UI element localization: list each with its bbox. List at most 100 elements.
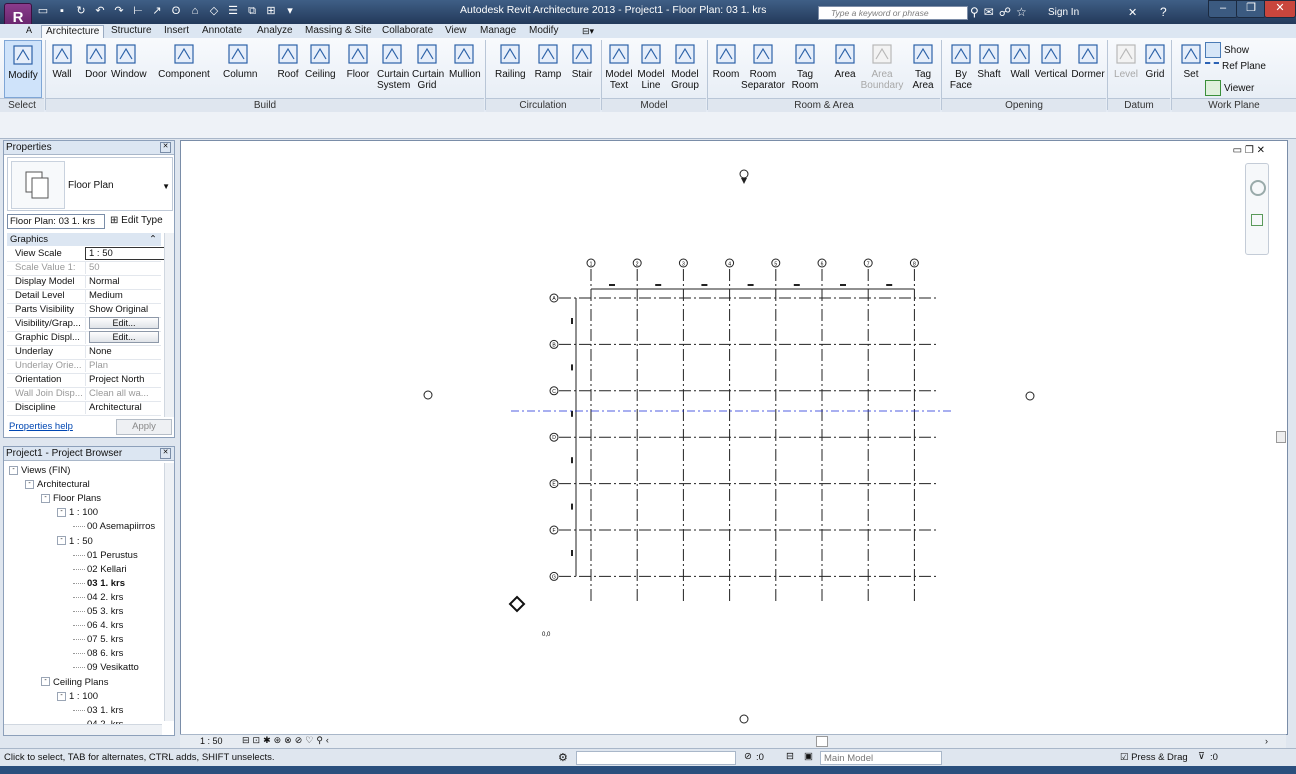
qat-dropdown-icon[interactable]: ▾ <box>283 4 297 18</box>
search-input[interactable]: Type a keyword or phrase <box>818 6 968 20</box>
browser-item[interactable]: -1 : 100 <box>57 507 98 519</box>
wall-button[interactable]: Wall <box>47 40 77 96</box>
property-value[interactable]: 50 <box>85 261 165 274</box>
3d-view-icon[interactable]: ⌂ <box>188 4 202 18</box>
model-line-button[interactable]: Model Line <box>636 40 666 96</box>
curtain-system-button[interactable]: Curtain System <box>377 40 410 96</box>
floor-button[interactable]: Floor <box>343 40 373 96</box>
sync-icon[interactable]: ↻ <box>74 4 88 18</box>
vertical-button[interactable]: Vertical <box>1034 40 1068 96</box>
help-button[interactable]: ? <box>1160 5 1167 19</box>
browser-item[interactable]: - Ceiling Plans <box>41 677 108 689</box>
steering-wheel-icon[interactable] <box>1250 180 1266 196</box>
collapse-icon[interactable]: ⌃ <box>149 233 157 246</box>
minimize-button[interactable]: – <box>1208 0 1238 18</box>
workplane-viewer-button[interactable]: Viewer <box>1205 80 1254 96</box>
collapse-icon[interactable]: - <box>57 508 66 518</box>
browser-item[interactable]: - Views (FIN) <box>9 465 70 477</box>
modify-button[interactable]: Modify <box>4 40 42 98</box>
property-row[interactable]: Discipline Architectural <box>7 401 161 416</box>
workset-select[interactable] <box>576 751 736 765</box>
stair-button[interactable]: Stair <box>567 40 597 96</box>
property-row[interactable]: Wall Join Disp... Clean all wa... <box>7 387 161 402</box>
apply-button[interactable]: Apply <box>116 419 172 435</box>
collapse-icon[interactable]: - <box>41 677 50 687</box>
chevron-down-icon[interactable]: ▼ <box>162 182 170 191</box>
browser-vscrollbar[interactable] <box>164 463 174 721</box>
filter-icon[interactable]: ⊽ <box>1198 751 1205 762</box>
dormer-button[interactable]: Dormer <box>1070 40 1106 96</box>
browser-item[interactable]: -1 : 100 <box>57 691 98 703</box>
close-icon[interactable]: ✕ <box>160 448 171 459</box>
property-value[interactable]: None <box>85 345 165 358</box>
edit-button[interactable]: Edit... <box>89 331 159 343</box>
property-row[interactable]: Scale Value 1: 50 <box>7 261 161 276</box>
floor-plan-view[interactable]: 1 2 3 4 5 6 7 8ABCDEFG0,0 <box>181 141 1287 734</box>
property-value[interactable]: Clean all wa... <box>85 387 165 400</box>
window-button[interactable]: Window <box>111 40 147 96</box>
browser-item[interactable]: -1 : 50 <box>57 536 93 548</box>
ref-plane-button[interactable]: Ref Plane <box>1205 61 1266 72</box>
browser-item[interactable]: - Floor Plans <box>41 493 101 505</box>
subscription-icon[interactable]: ✉ <box>984 5 994 19</box>
door-button[interactable]: Door <box>81 40 111 96</box>
ribbon-toggle-icon[interactable]: ⊟▾ <box>582 26 594 37</box>
browser-item[interactable]: 07 5. krs <box>73 634 123 646</box>
model-text-button[interactable]: Model Text <box>604 40 634 96</box>
redo-icon[interactable]: ↷ <box>112 4 126 18</box>
room-button[interactable]: Room <box>711 40 741 96</box>
browser-item[interactable]: 03 1. krs <box>73 578 125 590</box>
property-row[interactable]: Display Model Normal <box>7 275 161 290</box>
navigation-bar[interactable] <box>1245 163 1269 255</box>
property-row[interactable]: Underlay None <box>7 345 161 360</box>
edit-type-button[interactable]: ⊞ Edit Type <box>110 215 163 226</box>
grid-button[interactable]: Grid <box>1140 40 1170 96</box>
ramp-button[interactable]: Ramp <box>533 40 563 96</box>
model-group-button[interactable]: Model Group <box>670 40 700 96</box>
curtain-grid-button[interactable]: Curtain Grid <box>412 40 444 96</box>
roof-button[interactable]: Roof <box>273 40 303 96</box>
browser-item[interactable]: - Architectural <box>25 479 90 491</box>
property-row[interactable]: Orientation Project North <box>7 373 161 388</box>
property-value[interactable]: Architectural <box>85 401 165 414</box>
properties-scrollbar[interactable] <box>164 233 174 417</box>
press-drag-toggle[interactable]: ☑ Press & Drag <box>1120 752 1188 763</box>
type-selector[interactable]: Floor Plan ▼ <box>7 157 173 211</box>
switch-windows-icon[interactable]: ⊞ <box>264 4 278 18</box>
shaft-button[interactable]: Shaft <box>974 40 1004 96</box>
binoculars-icon[interactable]: ⚲ <box>970 5 979 19</box>
drawing-area[interactable]: 1 2 3 4 5 6 7 8 A B C D E F G 0,0 ▭ ❐ ✕ <box>180 140 1288 735</box>
collapse-icon[interactable]: - <box>57 691 66 701</box>
level-button[interactable]: Level <box>1111 40 1141 96</box>
editable-only-icon[interactable]: ⊘ <box>744 751 752 762</box>
save-icon[interactable]: ▪ <box>55 4 69 18</box>
worksets-icon[interactable]: ⚙ <box>558 751 568 764</box>
tab-architecture[interactable]: Architecture <box>41 25 105 39</box>
property-row[interactable]: Parts Visibility Show Original <box>7 303 161 318</box>
set-button[interactable]: Set <box>1176 40 1206 96</box>
property-value[interactable]: 1 : 50 <box>85 247 166 260</box>
property-value[interactable]: Plan <box>85 359 165 372</box>
view-control-icons[interactable]: ⊟⊡✱⊛⊗⊘♡⚲‹ <box>242 735 332 746</box>
tag-area-button[interactable]: Tag Area <box>908 40 938 96</box>
browser-item[interactable]: 08 6. krs <box>73 648 123 660</box>
browser-item[interactable]: 05 3. krs <box>73 606 123 618</box>
tab-insert[interactable]: Insert <box>160 25 193 38</box>
tab-modify[interactable]: Modify <box>525 25 562 38</box>
tag-icon[interactable]: ʘ <box>169 4 183 18</box>
browser-item[interactable]: 00 Asemapiirros <box>73 521 155 533</box>
property-row[interactable]: Graphic Displ... Edit... <box>7 331 161 346</box>
favorites-icon[interactable]: ☆ <box>1016 5 1027 19</box>
section-icon[interactable]: ◇ <box>207 4 221 18</box>
collapse-icon[interactable]: - <box>41 494 50 504</box>
active-option-icon[interactable]: ▣ <box>804 751 813 762</box>
area-button[interactable]: Area <box>830 40 860 96</box>
property-value[interactable]: Show Original <box>85 303 165 316</box>
tab-analyze[interactable]: Analyze <box>253 25 297 38</box>
instance-filter-select[interactable]: Floor Plan: 03 1. krs ▼ <box>7 214 105 240</box>
by-face-button[interactable]: By Face <box>946 40 976 96</box>
browser-item[interactable]: 04 2. krs <box>73 592 123 604</box>
tab-structure[interactable]: Structure <box>107 25 156 38</box>
property-row[interactable]: Underlay Orie... Plan <box>7 359 161 374</box>
properties-help-link[interactable]: Properties help <box>9 421 73 432</box>
